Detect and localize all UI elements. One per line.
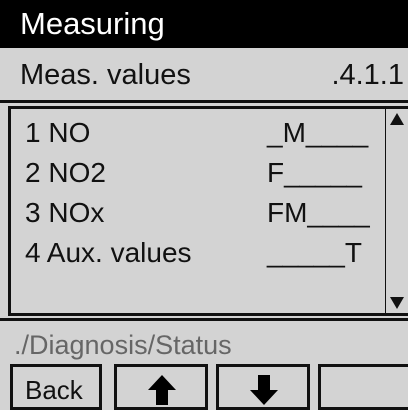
measuring-screen: Measuring Meas. values .4.1.1 1 NO _M___…: [0, 0, 408, 410]
measurement-list: 1 NO _M____ 2 NO2 F_____ 3 NOx FM____ 4 …: [8, 106, 388, 316]
list-item-label: 2 NO2: [25, 157, 106, 188]
list-item-status: _____T: [267, 237, 362, 268]
list-item-status: FM____: [267, 197, 370, 228]
scrollbar[interactable]: [386, 106, 408, 316]
menu-index: .4.1.1: [331, 59, 404, 91]
up-button[interactable]: [114, 364, 208, 410]
breadcrumb: ./Diagnosis/Status: [0, 318, 408, 364]
list-item-no2[interactable]: 2 NO2 F_____: [23, 153, 379, 193]
title-bar: Measuring: [0, 0, 408, 48]
softkey-bar: Back: [0, 364, 408, 410]
list-item-label: 1 NO: [25, 117, 91, 148]
arrow-up-icon: [148, 375, 176, 405]
menu-header: Meas. values .4.1.1: [0, 48, 408, 103]
arrow-down-icon: [250, 375, 278, 405]
scroll-down-icon[interactable]: [389, 293, 405, 311]
list-item-label: 4 Aux. values: [25, 237, 192, 268]
empty-softkey[interactable]: [318, 364, 408, 410]
list-item-status: F_____: [267, 157, 362, 188]
breadcrumb-path: ./Diagnosis/Status: [14, 330, 232, 360]
back-button-label: Back: [25, 375, 83, 405]
list-item-status: _M____: [267, 117, 369, 148]
list-item-label: 3 NOx: [25, 197, 105, 228]
list-item-aux-values[interactable]: 4 Aux. values _____T: [23, 233, 379, 273]
menu-title: Meas. values: [20, 59, 191, 91]
back-button[interactable]: Back: [10, 364, 102, 410]
screen-title: Measuring: [20, 6, 165, 41]
down-button[interactable]: [216, 364, 310, 410]
scroll-up-icon[interactable]: [389, 111, 405, 129]
list-item-nox[interactable]: 3 NOx FM____: [23, 193, 379, 233]
list-item-no[interactable]: 1 NO _M____: [23, 113, 379, 153]
